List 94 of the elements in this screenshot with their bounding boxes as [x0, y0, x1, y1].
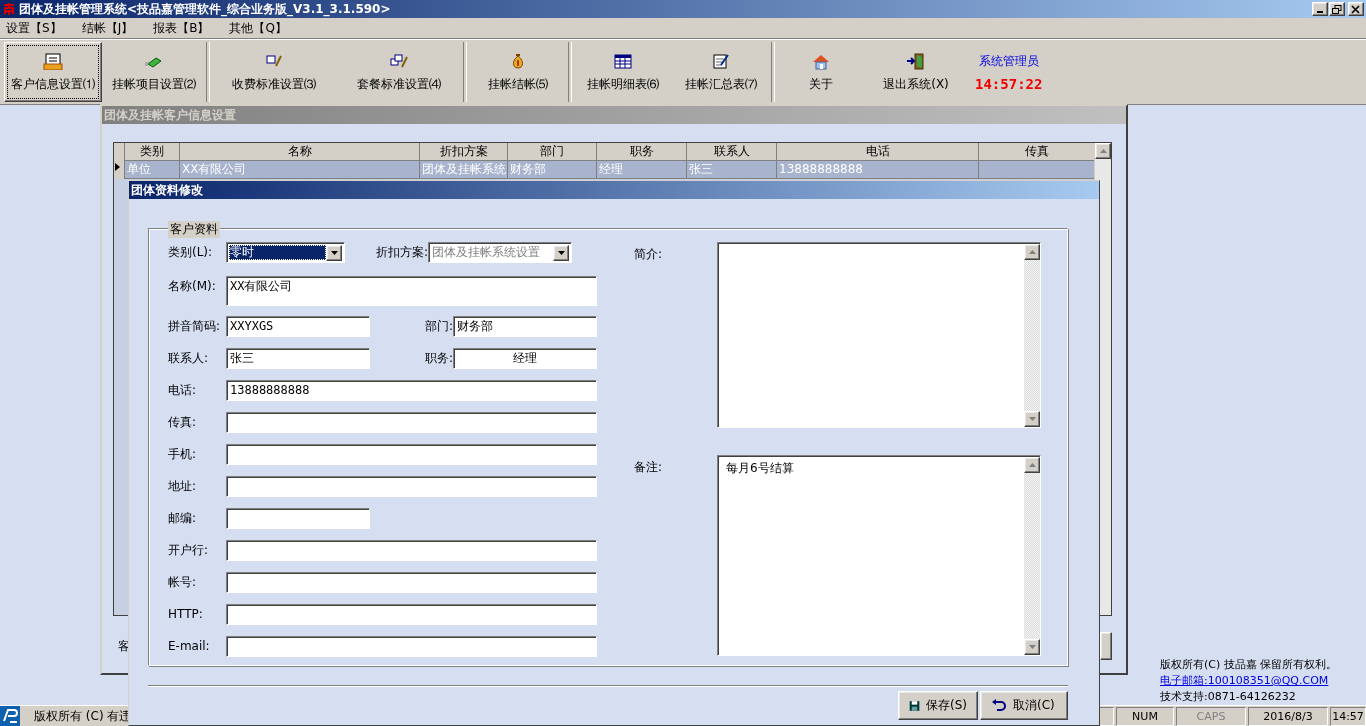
user-name: 系统管理员 [978, 52, 1039, 70]
field-label: 邮编: [168, 510, 198, 527]
table-cell: 财务部 [508, 161, 597, 179]
column-header[interactable]: 职务 [597, 143, 687, 161]
column-header[interactable]: 传真 [979, 143, 1096, 161]
menu-item[interactable]: 结帐【J】 [81, 19, 134, 37]
input-field[interactable]: 财务部 [453, 316, 597, 337]
app-logo-icon [2, 2, 16, 16]
status-panel: 2016/8/3 [1248, 706, 1328, 726]
email-link[interactable]: 电子邮箱:100108351@QQ.COM [1160, 673, 1338, 688]
field-label: 开户行: [168, 542, 210, 559]
clock: 14:57:22 [975, 75, 1043, 92]
dropdown-arrow-icon [330, 250, 338, 255]
text-area-value: 每月6号结算 [726, 460, 795, 477]
field-label: 电话: [168, 382, 198, 399]
up-arrow-icon [1099, 149, 1107, 153]
input-field[interactable] [226, 476, 597, 497]
field-label: 传真: [168, 414, 198, 431]
field-label: 拼音简码: [168, 318, 222, 335]
menu-item[interactable]: 其他【Q】 [229, 19, 287, 37]
minimize-icon [1317, 11, 1323, 13]
input-field[interactable]: XX有限公司 [226, 276, 597, 306]
table-icon [612, 51, 633, 70]
side-button[interactable] [1100, 632, 1112, 660]
input-field[interactable]: XXYXGS [226, 316, 370, 337]
table-cell: 张三 [687, 161, 777, 179]
undo-arrow-icon [991, 697, 1007, 714]
input-field[interactable] [226, 636, 597, 657]
group-title: 客户资料 [168, 221, 220, 238]
table-cell: 团体及挂帐系统 [420, 161, 508, 179]
window-title: 团体及挂帐客户信息设置 [102, 106, 1126, 124]
field-label: 类别(L): [168, 244, 214, 261]
row-pointer-icon [114, 162, 122, 172]
restore-button[interactable] [1329, 2, 1345, 16]
table-cell: 13888888888 [777, 161, 979, 179]
input-field[interactable] [226, 540, 597, 561]
dropdown[interactable]: 零时 [226, 242, 345, 263]
field-label: 备注: [634, 459, 664, 476]
status-panel: 14:57 [1330, 706, 1366, 726]
column-header[interactable]: 类别 [125, 143, 180, 161]
column-header[interactable]: 联系人 [687, 143, 777, 161]
field-label: 帐号: [168, 574, 198, 591]
menu-item[interactable]: 设置【S】 [6, 19, 62, 37]
field-label: E-mail: [168, 638, 211, 655]
support-phone: 技术支持:0871-64126232 [1160, 689, 1297, 704]
dialog-title: 团体资料修改 [129, 181, 1099, 199]
field-label: 简介: [634, 246, 664, 263]
status-panel: NUM [1116, 706, 1174, 726]
text-area[interactable]: 每月6号结算 [717, 455, 1041, 656]
note-pencil-icon [710, 51, 731, 70]
table-cell: 单位 [125, 161, 180, 179]
input-field[interactable] [226, 604, 597, 625]
pencil-sheets-icon [389, 51, 409, 70]
column-header[interactable]: 名称 [180, 143, 420, 161]
input-field[interactable] [226, 572, 597, 593]
dropdown-arrow-icon [557, 250, 565, 255]
table-cell: 经理 [597, 161, 687, 179]
input-field[interactable]: 经理 [453, 348, 597, 369]
column-header[interactable]: 电话 [777, 143, 979, 161]
field-label: HTTP: [168, 606, 204, 623]
card-file-icon [43, 51, 63, 70]
status-panel: CAPS [1176, 706, 1246, 726]
column-header[interactable]: 部门 [508, 143, 597, 161]
exit-door-icon [906, 51, 926, 70]
field-label: 职务: [423, 350, 453, 367]
input-field[interactable] [226, 508, 370, 529]
field-label: 部门: [423, 318, 453, 335]
field-label: 名称(M): [168, 278, 217, 295]
down-arrow-icon [1028, 417, 1036, 421]
input-field[interactable] [226, 412, 597, 433]
up-arrow-icon [1028, 463, 1036, 467]
restore-icon [1332, 4, 1342, 14]
field-label: 地址: [168, 478, 198, 495]
down-arrow-icon [1028, 645, 1036, 649]
scroll-up-button[interactable] [1095, 143, 1111, 159]
input-field[interactable] [226, 444, 597, 465]
dialog-button[interactable]: 保存(S) [898, 691, 978, 720]
window-title: 团体及挂帐管理系统<技品嘉管理软件_综合业务版_V3.1_3.1.590> [19, 0, 392, 18]
input-field[interactable]: 13888888888 [226, 380, 597, 401]
column-header[interactable]: 折扣方案 [420, 143, 508, 161]
dialog-button[interactable]: 取消(C) [980, 691, 1068, 720]
field-label: 折扣方案: [374, 244, 428, 261]
up-arrow-icon [1028, 250, 1036, 254]
close-button[interactable] [1348, 2, 1364, 16]
close-icon [1351, 4, 1361, 14]
input-field[interactable]: 张三 [226, 348, 370, 369]
menu-item[interactable]: 报表【B】 [153, 19, 210, 37]
field-label: 联系人: [168, 350, 210, 367]
copyright-text: 版权所有(C) 技品嘉 保留所有权利。 [1160, 657, 1338, 672]
field-label: 手机: [168, 446, 198, 463]
field-label: 客 [118, 637, 130, 655]
toolbar-button[interactable]: 客户信息设置⑴ [4, 42, 102, 102]
minimize-button[interactable] [1312, 2, 1328, 16]
table-cell: XX有限公司 [180, 161, 420, 179]
